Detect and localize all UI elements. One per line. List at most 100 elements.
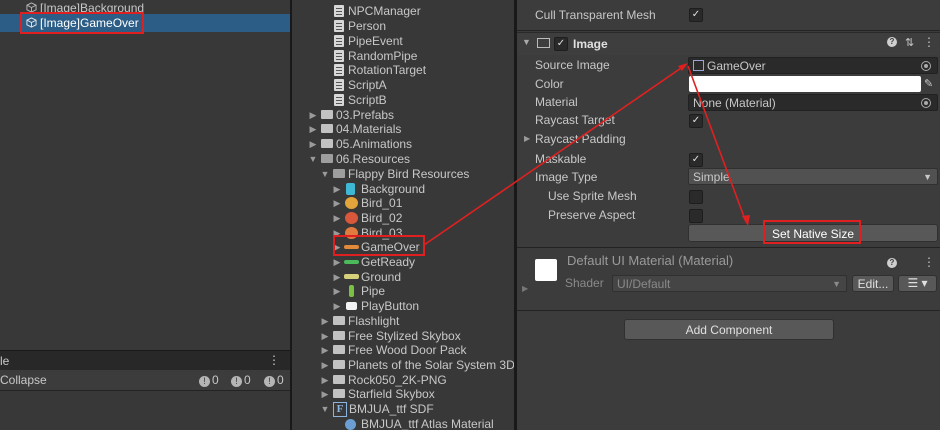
foldout-arrow-icon[interactable]: ▶ xyxy=(524,130,530,148)
material-label: Material xyxy=(535,95,578,109)
cull-transparent-mesh-checkbox[interactable]: ✓ xyxy=(689,8,703,22)
script-icon xyxy=(334,20,344,32)
divider xyxy=(517,247,940,248)
use-sprite-mesh-checkbox[interactable] xyxy=(689,190,703,204)
color-swatch[interactable] xyxy=(689,76,921,92)
collapse-button[interactable]: Collapse xyxy=(0,373,47,387)
object-picker-icon[interactable] xyxy=(921,98,931,108)
raycast-target-label: Raycast Target xyxy=(535,113,615,127)
expand-arrow-icon[interactable]: ▶ xyxy=(308,108,318,123)
expand-arrow-icon[interactable]: ▶ xyxy=(320,358,330,373)
project-item-label: Background xyxy=(361,182,426,196)
kebab-menu-icon[interactable]: ⋮ xyxy=(268,353,280,367)
edit-shader-button[interactable]: Edit... xyxy=(852,275,894,292)
object-picker-icon[interactable] xyxy=(921,61,931,71)
material-row: Material None (Material) xyxy=(517,93,940,111)
raycast-target-checkbox[interactable]: ✓ xyxy=(689,114,703,128)
material-sphere-icon xyxy=(345,419,356,430)
shader-options-dropdown[interactable]: ☰ ▾ xyxy=(898,275,937,292)
material-field[interactable]: None (Material) xyxy=(688,94,938,111)
project-item-label: ScriptA xyxy=(348,78,387,92)
material-value: None (Material) xyxy=(693,96,776,110)
folder-icon xyxy=(333,345,345,354)
source-image-label: Source Image xyxy=(535,58,610,72)
expand-arrow-icon[interactable]: ▶ xyxy=(308,137,318,152)
image-type-dropdown[interactable]: Simple ▼ xyxy=(688,168,938,185)
collapse-arrow-icon[interactable]: ▼ xyxy=(320,402,330,417)
project-item-label: 06.Resources xyxy=(336,152,411,166)
edit-shader-label: Edit... xyxy=(857,277,889,291)
add-component-button[interactable]: Add Component xyxy=(624,319,834,340)
error-icon: ! xyxy=(264,376,275,387)
script-icon xyxy=(334,50,344,62)
highlight-box xyxy=(333,235,425,256)
playbutton-sprite-icon xyxy=(346,302,357,310)
script-icon xyxy=(334,35,344,47)
expand-arrow-icon[interactable]: ▶ xyxy=(320,329,330,344)
shader-dropdown[interactable]: UI/Default ▼ xyxy=(612,275,847,292)
project-panel: NPCManager Person PipeEvent RandomPipe R… xyxy=(292,0,514,430)
chevron-down-icon: ▼ xyxy=(832,279,841,289)
shader-label: Shader xyxy=(565,276,604,290)
foldout-arrow-icon[interactable]: ▼ xyxy=(522,37,531,47)
warning-count-toggle[interactable]: ! 0 xyxy=(231,373,251,387)
folder-open-icon xyxy=(333,169,345,178)
inspector-panel: Cull Transparent Mesh ✓ ▼ ✓ Image ? ⇅ ⋮ … xyxy=(517,0,940,430)
expand-arrow-icon[interactable]: ▶ xyxy=(332,196,342,211)
expand-arrow-icon[interactable]: ▶ xyxy=(320,387,330,402)
project-item-label: Ground xyxy=(361,270,402,284)
collapse-arrow-icon[interactable]: ▼ xyxy=(320,167,330,182)
expand-arrow-icon[interactable]: ▶ xyxy=(320,343,330,358)
expand-arrow-icon[interactable]: ▶ xyxy=(320,314,330,329)
expand-arrow-icon[interactable]: ▶ xyxy=(332,299,342,314)
expand-arrow-icon[interactable]: ▶ xyxy=(332,182,342,197)
image-enabled-checkbox[interactable]: ✓ xyxy=(554,37,568,51)
collapse-arrow-icon[interactable]: ▼ xyxy=(308,152,318,167)
expand-arrow-icon[interactable]: ▶ xyxy=(332,255,342,270)
cull-transparent-mesh-row: Cull Transparent Mesh ✓ xyxy=(517,6,940,24)
source-image-field[interactable]: GameOver xyxy=(688,57,938,74)
kebab-menu-icon[interactable]: ⋮ xyxy=(923,255,935,269)
source-image-value: GameOver xyxy=(707,59,766,73)
maskable-checkbox[interactable]: ✓ xyxy=(689,153,703,167)
maskable-label: Maskable xyxy=(535,152,587,166)
use-sprite-mesh-row: Use Sprite Mesh xyxy=(517,187,940,205)
material-preview-swatch xyxy=(535,259,557,281)
info-count-toggle[interactable]: ! 0 xyxy=(199,373,219,387)
error-count-toggle[interactable]: ! 0 xyxy=(264,373,284,387)
folder-icon xyxy=(333,316,345,325)
bird-sprite-icon xyxy=(345,212,358,224)
color-label: Color xyxy=(535,77,564,91)
expand-arrow-icon[interactable]: ▶ xyxy=(308,122,318,137)
shader-value: UI/Default xyxy=(617,277,671,291)
project-item-label: Flappy Bird Resources xyxy=(348,167,470,181)
script-icon xyxy=(334,5,344,17)
image-component-title: Image xyxy=(573,37,608,51)
expand-arrow-icon[interactable]: ▶ xyxy=(332,284,342,299)
project-item-label: Free Stylized Skybox xyxy=(348,329,461,343)
raycast-padding-row[interactable]: ▶ Raycast Padding xyxy=(517,130,940,148)
help-icon[interactable]: ? xyxy=(887,37,897,47)
eyedropper-icon[interactable]: ✎ xyxy=(924,75,933,93)
folder-icon xyxy=(321,124,333,133)
preserve-aspect-checkbox[interactable] xyxy=(689,209,703,223)
project-item-label: Starfield Skybox xyxy=(348,387,435,401)
expand-arrow-icon[interactable]: ▶ xyxy=(332,211,342,226)
image-component-header[interactable]: ▼ ✓ Image ? ⇅ ⋮ xyxy=(517,32,940,55)
foldout-arrow-icon[interactable]: ▶ xyxy=(522,284,528,293)
sprite-icon xyxy=(693,60,704,71)
presets-icon[interactable]: ⇅ xyxy=(905,36,914,49)
color-row: Color ✎ xyxy=(517,75,940,93)
help-icon[interactable]: ? xyxy=(887,258,897,268)
expand-arrow-icon[interactable]: ▶ xyxy=(332,270,342,285)
pipe-sprite-icon xyxy=(349,285,354,297)
console-tab-label[interactable]: le xyxy=(0,354,9,368)
raycast-target-row: Raycast Target ✓ xyxy=(517,111,940,129)
kebab-menu-icon[interactable]: ⋮ xyxy=(923,35,935,49)
project-item-label: 05.Animations xyxy=(336,137,413,151)
project-item-label: NPCManager xyxy=(348,4,421,18)
expand-arrow-icon[interactable]: ▶ xyxy=(320,373,330,388)
cull-transparent-mesh-label: Cull Transparent Mesh xyxy=(535,8,656,22)
preserve-aspect-row: Preserve Aspect xyxy=(517,206,940,224)
console-tab-bar: le ⋮ xyxy=(0,350,290,371)
